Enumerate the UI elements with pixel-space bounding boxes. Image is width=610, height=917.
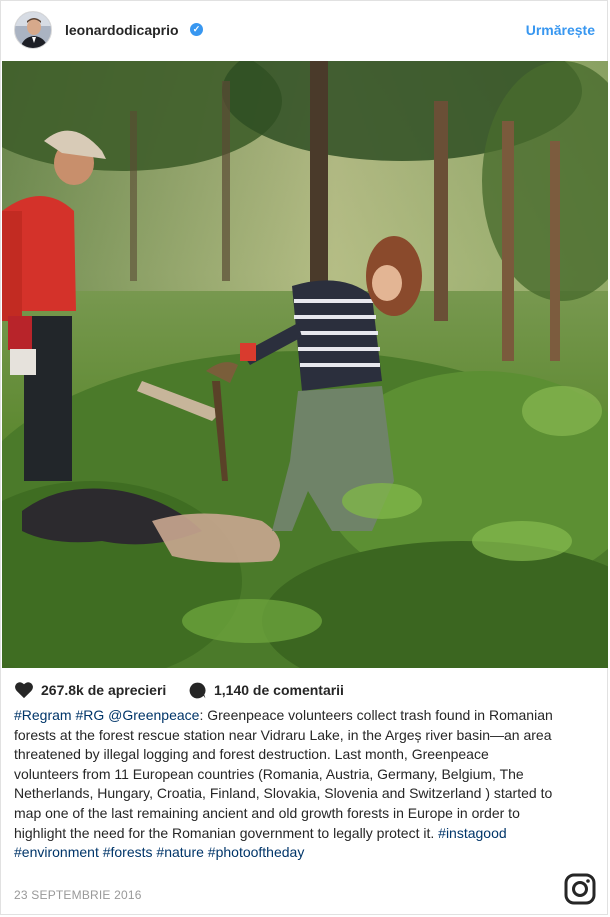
comments-count[interactable]: 1,140 de comentarii	[214, 682, 344, 698]
comment-icon[interactable]	[188, 681, 207, 700]
hashtag-link[interactable]: #forests	[103, 844, 153, 860]
post-photo[interactable]	[2, 61, 608, 668]
hashtag-link[interactable]: #RG	[75, 707, 104, 723]
mention-link[interactable]: @Greenpeace	[108, 707, 199, 723]
forest-photo-illustration	[2, 61, 608, 668]
username[interactable]: leonardodicaprio	[65, 22, 179, 38]
post-caption: #Regram #RG @Greenpeace: Greenpeace volu…	[14, 706, 554, 863]
heart-icon[interactable]	[14, 681, 34, 699]
avatar-image	[15, 12, 51, 48]
hashtag-link[interactable]: #environment	[14, 844, 99, 860]
instagram-post-card: leonardodicaprio ✓ Urmărește 267.8k de a…	[0, 0, 608, 915]
hashtag-link[interactable]: #nature	[156, 844, 203, 860]
verified-badge-icon: ✓	[190, 23, 203, 36]
follow-button[interactable]: Urmărește	[526, 22, 595, 38]
avatar[interactable]	[14, 11, 52, 49]
post-date[interactable]: 23 SEPTEMBRIE 2016	[14, 888, 142, 902]
caption-text: : Greenpeace volunteers collect trash fo…	[14, 707, 553, 841]
hashtag-link[interactable]: #photooftheday	[208, 844, 305, 860]
post-header: leonardodicaprio ✓ Urmărește	[1, 1, 607, 61]
likes-count[interactable]: 267.8k de aprecieri	[41, 682, 166, 698]
hashtag-link[interactable]: #Regram	[14, 707, 72, 723]
hashtag-link[interactable]: #instagood	[438, 825, 507, 841]
instagram-logo-icon[interactable]	[564, 873, 596, 905]
post-stats: 267.8k de aprecieri 1,140 de comentarii	[14, 680, 594, 700]
